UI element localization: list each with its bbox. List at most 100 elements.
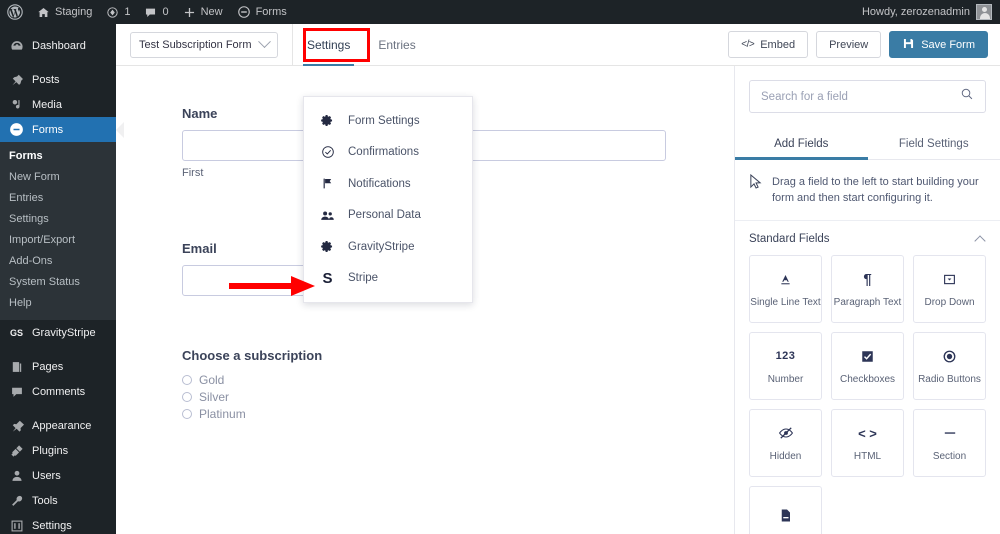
field-card-label: Hidden: [769, 451, 802, 462]
radio-icon: [182, 375, 192, 385]
site-name-staging[interactable]: Staging: [30, 0, 99, 24]
tab-entries[interactable]: Entries: [364, 24, 429, 66]
menu-item-personal-data[interactable]: Personal Data: [304, 200, 472, 232]
menu-item-label: Form Settings: [348, 114, 420, 127]
preview-label: Preview: [829, 38, 869, 51]
admin-sidebar: Dashboard Posts Media Forms Forms New Fo…: [0, 24, 116, 534]
field-card-number[interactable]: 123 Number: [749, 332, 822, 400]
field-card-html[interactable]: < > HTML: [831, 409, 904, 477]
sidebar-item-users[interactable]: Users: [0, 463, 116, 488]
radio-icon: [942, 347, 957, 365]
sidebar-subitem-import-export[interactable]: Import/Export: [0, 230, 116, 251]
stripe-s-icon: S: [322, 269, 333, 287]
sidebar-subitem-entries[interactable]: Entries: [0, 188, 116, 209]
sidebar-item-media[interactable]: Media: [0, 92, 116, 117]
standard-fields-grid: Single Line Text ¶ Paragraph Text Drop D…: [735, 255, 1000, 534]
menu-item-gravitystripe[interactable]: GravityStripe: [304, 231, 472, 263]
tab-settings[interactable]: Settings: [293, 24, 364, 67]
sidebar-item-posts[interactable]: Posts: [0, 67, 116, 92]
brush-icon: [9, 419, 24, 433]
field-card-paragraph-text[interactable]: ¶ Paragraph Text: [831, 255, 904, 323]
field-card-file-upload[interactable]: [749, 486, 822, 534]
form-editor-body: Name First Email Choose a subscription G…: [116, 66, 1000, 534]
forms-submenu: Forms New Form Entries Settings Import/E…: [0, 142, 116, 320]
tab-field-settings[interactable]: Field Settings: [868, 129, 1000, 159]
field-card-single-line-text[interactable]: Single Line Text: [749, 255, 822, 323]
howdy-label: Howdy, zerozenadmin: [861, 6, 970, 18]
stripe-pointer-arrow-annotation: [229, 274, 317, 303]
form-canvas: Name First Email Choose a subscription G…: [116, 66, 734, 534]
save-form-button[interactable]: Save Form: [889, 31, 988, 58]
field-card-radio-buttons[interactable]: Radio Buttons: [913, 332, 986, 400]
field-card-hidden[interactable]: Hidden: [749, 409, 822, 477]
field-card-label: HTML: [853, 451, 882, 462]
choice-gold[interactable]: Gold: [182, 373, 734, 387]
wp-logo-button[interactable]: [0, 0, 30, 24]
tab-add-fields[interactable]: Add Fields: [735, 129, 868, 160]
sidebar-item-forms[interactable]: Forms: [0, 117, 116, 142]
search-input[interactable]: [761, 90, 960, 103]
standard-fields-section-header[interactable]: Standard Fields: [735, 221, 1000, 255]
my-account-menu[interactable]: Howdy, zerozenadmin: [862, 4, 1000, 20]
form-switcher-dropdown[interactable]: Test Subscription Form: [130, 31, 278, 58]
menu-item-stripe[interactable]: S Stripe: [304, 263, 472, 295]
updates-button[interactable]: 1: [99, 0, 137, 24]
sidebar-item-gravitystripe[interactable]: GS GravityStripe: [0, 320, 116, 345]
field-card-drop-down[interactable]: Drop Down: [913, 255, 986, 323]
sidebar-subitem-help[interactable]: Help: [0, 293, 116, 314]
sidebar-subitem-add-ons[interactable]: Add-Ons: [0, 251, 116, 272]
updates-count: 1: [124, 6, 131, 18]
adminbar-forms-button[interactable]: Forms: [230, 0, 294, 24]
menu-item-confirmations[interactable]: Confirmations: [304, 137, 472, 169]
settings-dropdown-menu: Form Settings Confirmations Notification…: [303, 96, 473, 303]
sidebar-gap-3: [0, 404, 116, 413]
embed-label: Embed: [760, 38, 796, 51]
sidebar-item-label: Appearance: [32, 419, 92, 432]
sidebar-subitem-settings[interactable]: Settings: [0, 209, 116, 230]
sidebar-item-comments[interactable]: Comments: [0, 379, 116, 404]
sidebar-item-label: GravityStripe: [32, 326, 96, 339]
sidebar-item-plugins[interactable]: Plugins: [0, 438, 116, 463]
field-card-checkboxes[interactable]: Checkboxes: [831, 332, 904, 400]
comment-icon: [144, 6, 157, 19]
new-label: New: [200, 6, 223, 18]
gear-icon: [320, 240, 335, 253]
sidebar-item-dashboard[interactable]: Dashboard: [0, 33, 116, 58]
field-card-label: Paragraph Text: [833, 297, 902, 308]
toolbar-actions: </> Embed Preview Save Form: [728, 31, 1000, 58]
new-content-button[interactable]: New: [176, 0, 230, 24]
field-card-section[interactable]: Section: [913, 409, 986, 477]
field-library-panel: Add Fields Field Settings Drag a field t…: [734, 66, 1000, 534]
forms-icon: [9, 122, 24, 137]
search-wrapper: [735, 66, 1000, 113]
dashboard-icon: [9, 39, 24, 53]
menu-item-notifications[interactable]: Notifications: [304, 168, 472, 200]
chevron-down-icon: [258, 35, 271, 49]
field-card-label: Section: [932, 451, 967, 462]
check-circle-icon: [320, 145, 335, 159]
preview-button[interactable]: Preview: [816, 31, 882, 58]
sidebar-subitem-system-status[interactable]: System Status: [0, 272, 116, 293]
form-field-subscription[interactable]: Choose a subscription Gold Silver Platin…: [182, 348, 734, 421]
search-icon[interactable]: [960, 87, 974, 106]
comments-button[interactable]: 0: [137, 0, 175, 24]
choice-silver[interactable]: Silver: [182, 390, 734, 404]
subscription-choices: Gold Silver Platinum: [182, 373, 734, 421]
field-label: Choose a subscription: [182, 348, 323, 363]
comments-count: 0: [162, 6, 169, 18]
embed-button[interactable]: </> Embed: [728, 31, 809, 58]
sidebar-item-tools[interactable]: Tools: [0, 488, 116, 513]
sidebar-item-pages[interactable]: Pages: [0, 354, 116, 379]
search-field-box[interactable]: [749, 80, 986, 113]
menu-item-form-settings[interactable]: Form Settings: [304, 105, 472, 137]
settings-sliders-icon: [9, 519, 24, 533]
sidebar-subitem-new-form[interactable]: New Form: [0, 167, 116, 188]
sidebar-item-label: Posts: [32, 73, 60, 86]
sidebar-item-appearance[interactable]: Appearance: [0, 413, 116, 438]
sidebar-subitem-forms[interactable]: Forms: [0, 146, 116, 167]
plus-icon: [183, 6, 196, 19]
choice-platinum[interactable]: Platinum: [182, 407, 734, 421]
menu-item-label: Stripe: [348, 272, 379, 285]
dropdown-icon: [942, 270, 957, 288]
sidebar-item-settings[interactable]: Settings: [0, 513, 116, 534]
